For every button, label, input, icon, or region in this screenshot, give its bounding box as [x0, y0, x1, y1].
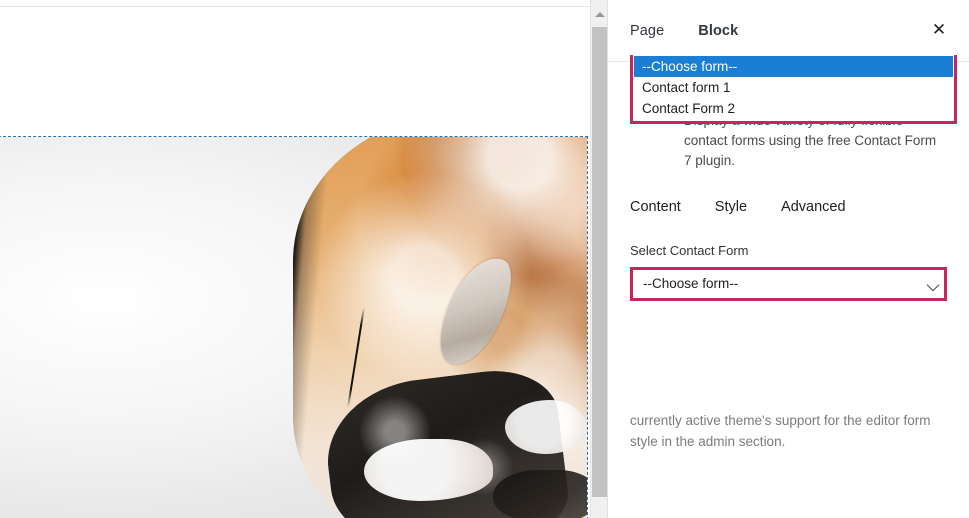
sidebar-tab-bar: Page Block ✕: [608, 0, 969, 63]
tab-page-label: Page: [630, 22, 665, 39]
photo-crumb-b: [504, 400, 587, 455]
dropdown-option-choose-form[interactable]: --Choose form--: [634, 56, 953, 77]
select-contact-form-control[interactable]: --Choose form--: [630, 266, 947, 301]
photo-charred-region-b: [492, 469, 587, 518]
photo-crumb-a: [363, 438, 493, 501]
tab-block[interactable]: Block: [694, 0, 743, 63]
editor-canvas[interactable]: [0, 7, 589, 518]
inspector-tab-bar: Content Style Advanced: [608, 199, 969, 217]
select-contact-form-field: Select Contact Form --Choose form--: [608, 243, 969, 301]
tab-content[interactable]: Content: [630, 199, 681, 217]
selected-image-block[interactable]: [0, 136, 588, 518]
select-contact-form-dropdown[interactable]: --Choose form-- Contact form 1 Contact F…: [630, 55, 957, 124]
scrollbar-thumb[interactable]: [592, 27, 607, 497]
image-block-photo: [0, 137, 587, 518]
tab-style[interactable]: Style: [715, 199, 747, 217]
field-help-text: currently active theme's support for the…: [630, 410, 951, 453]
tab-advanced[interactable]: Advanced: [781, 199, 846, 217]
dropdown-option-contact-form-1[interactable]: Contact form 1: [634, 77, 953, 98]
select-contact-form-value: --Choose form--: [643, 276, 739, 292]
canvas-scrollbar[interactable]: [590, 0, 607, 518]
app-root: Page Block ✕ Contact Form 7 Display a wi…: [0, 0, 969, 518]
close-icon[interactable]: ✕: [923, 15, 955, 47]
tab-block-label: Block: [698, 22, 739, 39]
dropdown-option-contact-form-2[interactable]: Contact Form 2: [634, 98, 953, 119]
tab-page[interactable]: Page: [630, 0, 664, 62]
help-text-line-1: currently active theme's support for the…: [630, 413, 900, 428]
scrollbar-up-arrow-icon[interactable]: [591, 6, 608, 23]
select-contact-form-label: Select Contact Form: [630, 242, 749, 258]
block-inspector-sidebar: Page Block ✕ Contact Form 7 Display a wi…: [607, 0, 969, 518]
